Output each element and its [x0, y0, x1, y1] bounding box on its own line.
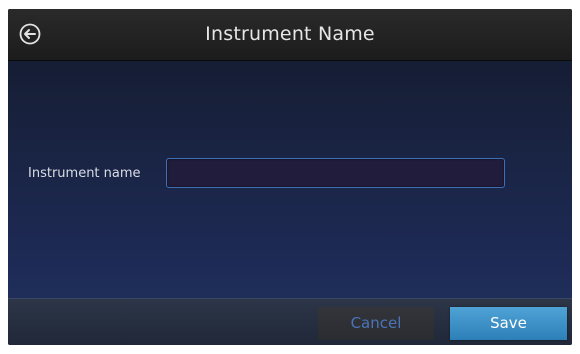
instrument-name-screen: Instrument Name Instrument name Cancel S…	[8, 9, 572, 345]
page-title: Instrument Name	[205, 23, 375, 45]
cancel-button[interactable]: Cancel	[318, 307, 434, 340]
instrument-name-label: Instrument name	[28, 166, 141, 181]
instrument-name-input[interactable]	[166, 158, 505, 188]
back-button[interactable]	[18, 22, 42, 46]
title-bar: Instrument Name	[8, 9, 572, 61]
back-arrow-circle-icon	[19, 23, 41, 45]
footer-bar: Cancel Save	[8, 298, 572, 345]
save-button[interactable]: Save	[450, 307, 567, 340]
